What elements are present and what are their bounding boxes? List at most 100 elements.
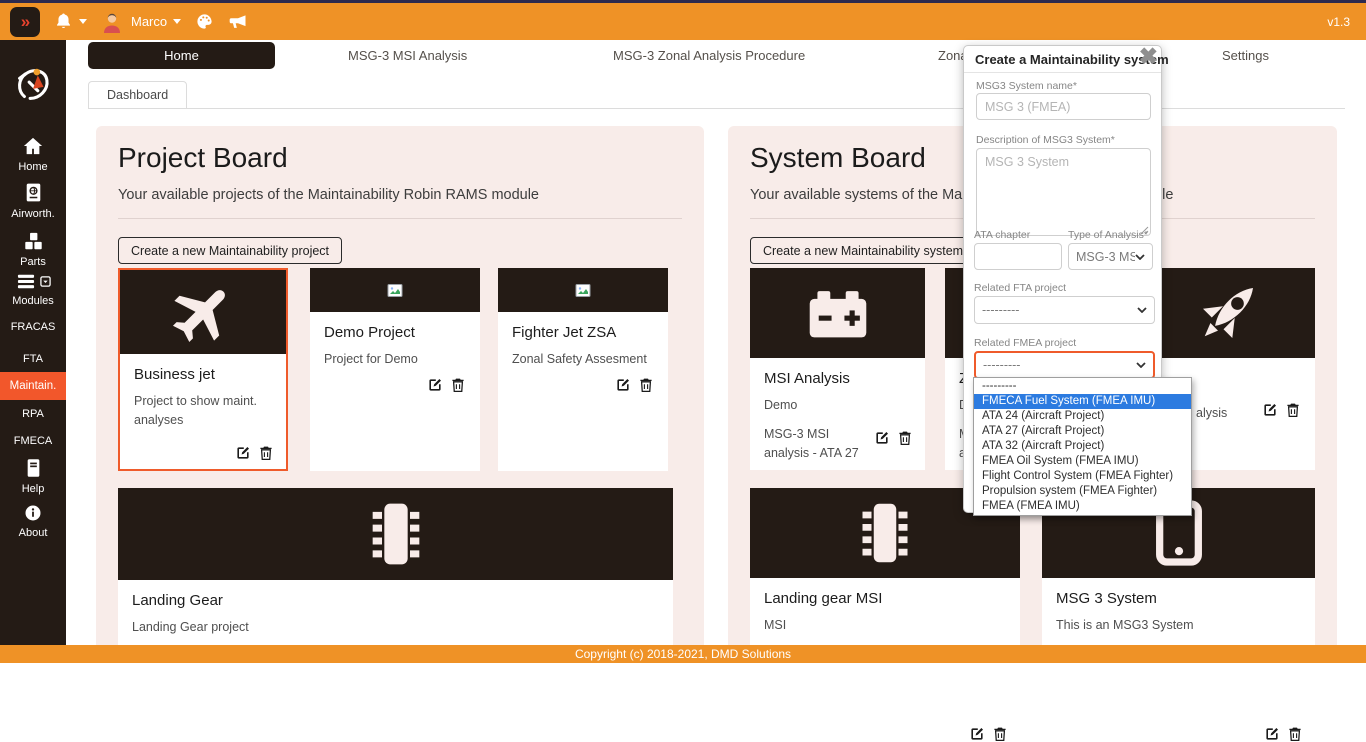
tab-label: Dashboard xyxy=(107,88,168,102)
announcements-button[interactable] xyxy=(228,12,248,32)
project-card-fighter-jet-zsa[interactable]: Fighter Jet ZSA Zonal Safety Assesment xyxy=(498,268,668,471)
theme-button[interactable] xyxy=(195,12,214,31)
card-header xyxy=(118,488,673,580)
sidebar-label: Parts xyxy=(0,256,66,268)
dropdown-option-highlighted[interactable]: FMECA Fuel System (FMEA IMU) xyxy=(974,394,1191,409)
trash-icon[interactable] xyxy=(992,726,1008,742)
sidebar-label: Modules xyxy=(0,295,66,307)
trash-icon[interactable] xyxy=(1285,402,1301,418)
project-card-landing-gear[interactable]: Landing Gear Landing Gear project xyxy=(118,488,673,663)
description-field-label: Description of MSG3 System* xyxy=(976,134,1115,146)
related-fta-select[interactable]: --------- xyxy=(974,296,1155,324)
card-header xyxy=(750,268,925,358)
card-description: Landing Gear project xyxy=(132,618,659,637)
trash-icon[interactable] xyxy=(258,445,274,461)
card-description: Project to show maint. analyses xyxy=(134,392,264,431)
related-fmea-select[interactable]: --------- xyxy=(974,351,1155,379)
dropdown-option[interactable]: ATA 27 (Aircraft Project) xyxy=(974,424,1191,439)
dropdown-option[interactable]: --------- xyxy=(974,379,1191,394)
ata-chapter-input[interactable] xyxy=(974,243,1062,270)
notifications-button[interactable] xyxy=(54,12,87,31)
edit-icon[interactable] xyxy=(1264,726,1280,742)
book-icon xyxy=(25,458,42,478)
sidebar-collapse-button[interactable]: » xyxy=(10,7,40,37)
tab-dashboard[interactable]: Dashboard xyxy=(88,81,187,109)
edit-icon[interactable] xyxy=(1262,402,1278,418)
sidebar-label: RPA xyxy=(0,408,66,420)
tab-settings[interactable]: Settings xyxy=(1222,48,1269,63)
sidebar-item-modules[interactable]: Modules xyxy=(0,273,66,307)
create-system-button[interactable]: Create a new Maintainability system xyxy=(750,237,976,264)
tab-label: Home xyxy=(164,48,199,63)
dropdown-option[interactable]: Flight Control System (FMEA Fighter) xyxy=(974,469,1191,484)
sidebar-item-fracas[interactable]: FRACAS xyxy=(0,321,66,333)
trash-icon[interactable] xyxy=(897,430,913,446)
plane-icon xyxy=(170,279,236,345)
trash-icon[interactable] xyxy=(638,377,654,393)
topbar: » Marco v1.3 xyxy=(0,3,1366,40)
edit-icon[interactable] xyxy=(427,377,443,393)
sidebar-item-home[interactable]: Home xyxy=(0,136,66,173)
card-description: Zonal Safety Assesment xyxy=(512,350,654,369)
create-project-button[interactable]: Create a new Maintainability project xyxy=(118,237,342,264)
sidebar-label: Maintain. xyxy=(0,372,66,400)
dropdown-option[interactable]: ATA 24 (Aircraft Project) xyxy=(974,409,1191,424)
card-title: Landing Gear xyxy=(132,592,659,609)
dropdown-option[interactable]: FMEA (FMEA IMU) xyxy=(974,499,1191,514)
sidebar-item-airworthiness[interactable]: Airworth. xyxy=(0,182,66,220)
tab-msg3-msi-analysis[interactable]: MSG-3 MSI Analysis xyxy=(348,48,467,63)
dropdown-option[interactable]: FMEA Oil System (FMEA IMU) xyxy=(974,454,1191,469)
sidebar-item-fta[interactable]: FTA xyxy=(0,353,66,365)
user-menu[interactable]: Marco xyxy=(101,11,181,33)
close-icon[interactable]: ✖ xyxy=(1139,45,1158,68)
card-title: MSG 3 System xyxy=(1056,590,1301,607)
sidebar-item-help[interactable]: Help xyxy=(0,458,66,495)
edit-icon[interactable] xyxy=(615,377,631,393)
card-title: Business jet xyxy=(134,366,272,383)
sidebar-item-about[interactable]: About xyxy=(0,504,66,539)
system-name-input[interactable] xyxy=(976,93,1151,120)
card-title: Landing gear MSI xyxy=(764,590,1006,607)
card-description: MSI xyxy=(764,616,1006,635)
edit-icon[interactable] xyxy=(969,726,985,742)
app-version: v1.3 xyxy=(1327,15,1350,29)
chevron-down-icon xyxy=(1135,254,1145,260)
caret-square-down-icon xyxy=(40,276,51,287)
trash-icon[interactable] xyxy=(450,377,466,393)
divider xyxy=(118,218,682,219)
dropdown-option[interactable]: ATA 32 (Aircraft Project) xyxy=(974,439,1191,454)
robin-bird-icon xyxy=(10,62,56,108)
megaphone-icon xyxy=(228,12,248,32)
tab-msg3-zonal-analysis[interactable]: MSG-3 Zonal Analysis Procedure xyxy=(613,48,805,63)
card-title: Demo Project xyxy=(324,324,466,341)
system-card-msi-analysis[interactable]: MSI Analysis Demo MSG-3 MSI analysis - A… xyxy=(750,268,925,470)
card-description: Project for Demo xyxy=(324,350,466,369)
dropdown-option[interactable]: Propulsion system (FMEA Fighter) xyxy=(974,484,1191,499)
robin-logo[interactable] xyxy=(10,62,56,113)
card-header xyxy=(120,270,286,354)
app-root: { "topbar": { "username": "Marco", "vers… xyxy=(0,0,1366,663)
project-board-subtitle: Your available projects of the Maintaina… xyxy=(118,187,539,203)
boxes-icon xyxy=(23,232,44,251)
sidebar-item-parts[interactable]: Parts xyxy=(0,232,66,268)
sidebar-label: Airworth. xyxy=(0,208,66,220)
sidebar-item-fmeca[interactable]: FMECA xyxy=(0,435,66,447)
name-field-label: MSG3 System name* xyxy=(976,80,1077,92)
project-card-business-jet[interactable]: Business jet Project to show maint. anal… xyxy=(118,268,288,471)
avatar xyxy=(101,11,123,33)
username: Marco xyxy=(131,14,167,29)
sidebar-label: FRACAS xyxy=(0,321,66,333)
sidebar-item-rpa[interactable]: RPA xyxy=(0,408,66,420)
sidebar-item-maintainability[interactable]: Maintain. xyxy=(0,372,66,400)
type-of-analysis-select[interactable]: MSG-3 MSI xyxy=(1068,243,1153,270)
system-description-textarea[interactable] xyxy=(976,148,1151,236)
double-chevron-icon: » xyxy=(21,13,29,30)
project-card-demo-project[interactable]: Demo Project Project for Demo xyxy=(310,268,480,471)
edit-icon[interactable] xyxy=(235,445,251,461)
edit-icon[interactable] xyxy=(874,430,890,446)
tab-home[interactable]: Home xyxy=(88,42,275,69)
sidebar-label: About xyxy=(0,527,66,539)
card-header xyxy=(310,268,480,312)
select-value: --------- xyxy=(982,303,1019,317)
trash-icon[interactable] xyxy=(1287,726,1303,742)
